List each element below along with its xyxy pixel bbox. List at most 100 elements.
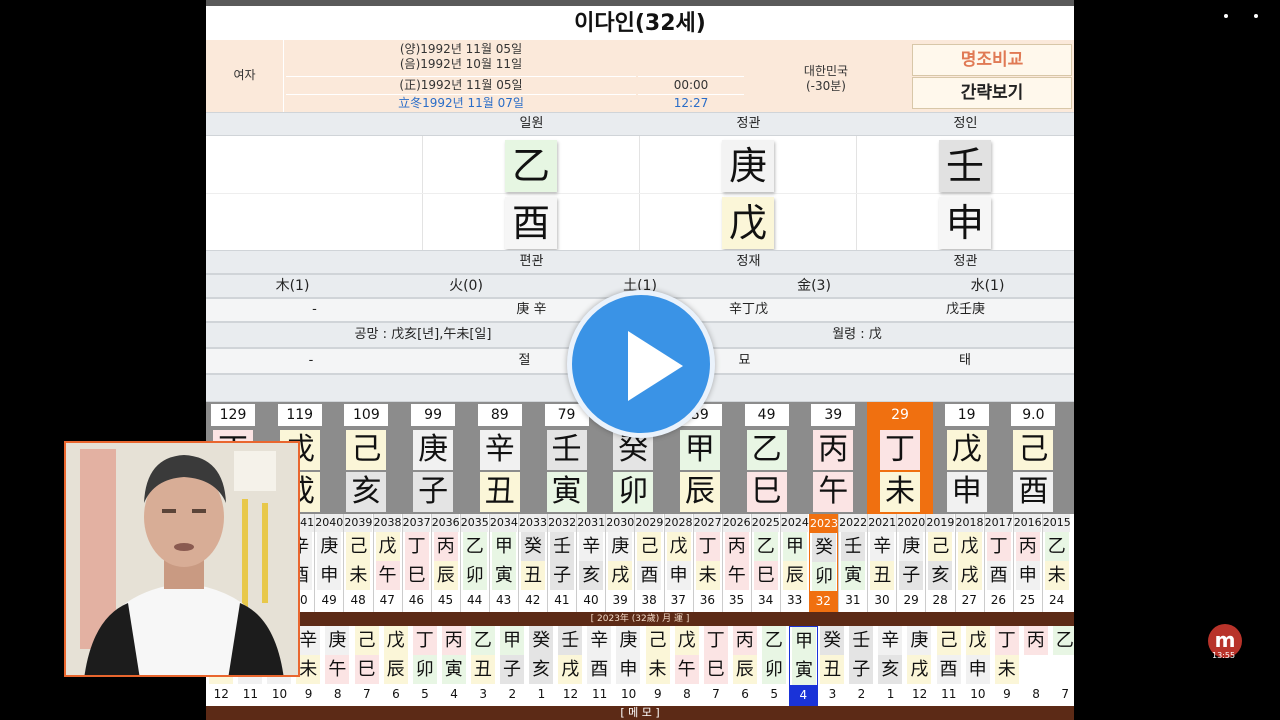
wolun-column[interactable]: 丁卯 5 bbox=[411, 626, 440, 706]
wolun-column[interactable]: 己酉 11 bbox=[935, 626, 964, 706]
wolun-column[interactable]: 丙辰 6 bbox=[731, 626, 760, 706]
wolun-column[interactable]: 乙7 bbox=[1051, 626, 1074, 706]
wolun-branch: 午 bbox=[674, 655, 699, 684]
daeun-stem: 庚 bbox=[413, 430, 454, 470]
compare-chart-button[interactable]: 명조비교 bbox=[912, 44, 1072, 76]
sewon-column[interactable]: 2029 己酉 38 bbox=[634, 514, 663, 612]
daeun-column[interactable]: 19 戊申 bbox=[941, 402, 993, 514]
wolun-column[interactable]: 庚戌 12 bbox=[905, 626, 934, 706]
sewon-column[interactable]: 2021 辛丑 30 bbox=[867, 514, 896, 612]
sewon-branch: 酉 bbox=[986, 561, 1011, 590]
daeun-column[interactable]: 109 己亥 bbox=[340, 402, 392, 514]
daeun-column[interactable]: 99 庚子 bbox=[407, 402, 459, 514]
wolun-column[interactable]: 乙丑 3 bbox=[469, 626, 498, 706]
sewon-column[interactable]: 2037 丁巳 46 bbox=[401, 514, 431, 612]
wolun-column[interactable]: 庚午 8 bbox=[323, 626, 352, 706]
country: 대한민국 bbox=[803, 64, 849, 78]
wolun-column[interactable]: 壬戌 12 bbox=[556, 626, 585, 706]
wolun-column[interactable]: 戊辰 6 bbox=[382, 626, 411, 706]
sewon-column[interactable]: 2027 丁未 36 bbox=[692, 514, 722, 612]
day-stem[interactable]: 乙 bbox=[505, 140, 557, 192]
sewon-column[interactable]: 2038 戊午 47 bbox=[372, 514, 402, 612]
daeun-column[interactable]: 9.0 己酉 bbox=[1007, 402, 1059, 514]
sewon-column[interactable]: 2017 丁酉 26 bbox=[983, 514, 1013, 612]
wolun-column[interactable]: 丁未 9 bbox=[993, 626, 1022, 706]
wolun-column[interactable]: 己未 9 bbox=[644, 626, 673, 706]
daeun-column[interactable]: 49 乙巳 bbox=[741, 402, 793, 514]
wolun-column[interactable]: 癸亥 1 bbox=[527, 626, 556, 706]
wolun-column[interactable]: 丙8 bbox=[1022, 626, 1051, 706]
sewon-column[interactable]: 2039 己未 48 bbox=[343, 514, 372, 612]
sewon-column[interactable]: 2040 庚申 49 bbox=[314, 514, 343, 612]
daeun-age: 39 bbox=[811, 404, 856, 426]
sewon-column[interactable]: 2019 己亥 28 bbox=[925, 514, 954, 612]
sewon-column[interactable]: 2030 庚戌 39 bbox=[605, 514, 634, 612]
wolun-column[interactable]: 甲寅4 bbox=[789, 626, 818, 706]
wolun-branch: 未 bbox=[645, 655, 670, 684]
wolun-column[interactable]: 己巳 7 bbox=[353, 626, 382, 706]
wolun-column[interactable]: 癸丑 3 bbox=[818, 626, 847, 706]
wolun-stem: 乙 bbox=[1052, 626, 1074, 655]
sewon-column[interactable]: 2018 戊戌 27 bbox=[954, 514, 984, 612]
sewon-age: 48 bbox=[350, 593, 366, 607]
year-branch[interactable]: 申 bbox=[939, 197, 991, 249]
sewon-branch: 巳 bbox=[404, 561, 429, 590]
simple-view-button[interactable]: 간략보기 bbox=[912, 77, 1072, 109]
sewon-column[interactable]: 2036 丙辰 45 bbox=[430, 514, 460, 612]
sewon-column[interactable]: 2034 甲寅 43 bbox=[488, 514, 518, 612]
sewon-branch: 申 bbox=[317, 561, 342, 590]
wolun-branch: 寅 bbox=[792, 656, 816, 685]
day-branch[interactable]: 酉 bbox=[505, 197, 557, 249]
wolun-column[interactable]: 辛酉 11 bbox=[585, 626, 614, 706]
play-button[interactable] bbox=[567, 290, 715, 438]
sewon-column[interactable]: 2023 癸卯 32 bbox=[809, 514, 838, 612]
daeun-column[interactable]: 29 丁未 bbox=[867, 402, 933, 514]
sewon-column[interactable]: 2016 丙申 25 bbox=[1012, 514, 1042, 612]
daeun-column[interactable]: 39 丙午 bbox=[807, 402, 859, 514]
sewon-column[interactable]: 2022 壬寅 31 bbox=[838, 514, 867, 612]
wolun-month: 4 bbox=[450, 687, 458, 701]
wolun-stem: 癸 bbox=[529, 626, 554, 655]
sewon-stem: 丁 bbox=[986, 532, 1011, 561]
wolun-column[interactable]: 戊午 8 bbox=[673, 626, 702, 706]
sewon-year: 2039 bbox=[344, 514, 372, 532]
sewon-branch: 戌 bbox=[608, 561, 633, 590]
sewon-column[interactable]: 2035 乙卯 44 bbox=[459, 514, 489, 612]
wolun-column[interactable]: 辛亥 1 bbox=[876, 626, 905, 706]
sewon-column[interactable]: 2025 乙巳 34 bbox=[750, 514, 780, 612]
daeun-column[interactable]: 79 壬寅 bbox=[541, 402, 593, 514]
month-stem[interactable]: 庚 bbox=[722, 140, 774, 192]
sewon-stem: 戊 bbox=[375, 532, 400, 561]
wolun-column[interactable]: 乙卯 5 bbox=[760, 626, 789, 706]
sewon-branch: 丑 bbox=[521, 561, 545, 590]
daeun-age: 119 bbox=[277, 404, 322, 426]
sewon-column[interactable]: 2028 戊申 37 bbox=[663, 514, 693, 612]
daeun-column[interactable]: 89 辛丑 bbox=[474, 402, 526, 514]
year-stem[interactable]: 壬 bbox=[939, 140, 991, 192]
sewon-branch: 卯 bbox=[462, 561, 487, 590]
sewon-age: 24 bbox=[1048, 593, 1065, 607]
sewon-column[interactable]: 2020 庚子 29 bbox=[896, 514, 925, 612]
wolun-column[interactable]: 戊申 10 bbox=[964, 626, 993, 706]
sewon-column[interactable]: 2032 壬子 41 bbox=[547, 514, 576, 612]
sewon-column[interactable]: 2031 辛亥 40 bbox=[576, 514, 605, 612]
sewon-age: 26 bbox=[990, 593, 1007, 607]
daeun-branch: 申 bbox=[946, 472, 987, 512]
month-branch[interactable]: 戊 bbox=[722, 197, 774, 249]
wolun-branch bbox=[1052, 655, 1074, 684]
sewon-column[interactable]: 2026 丙午 35 bbox=[721, 514, 751, 612]
sewon-column[interactable]: 2024 甲辰 33 bbox=[779, 514, 809, 612]
wolun-column[interactable]: 甲子 2 bbox=[498, 626, 527, 706]
sewon-age: 47 bbox=[379, 593, 395, 607]
sewon-column[interactable]: 2033 癸丑 42 bbox=[518, 514, 547, 612]
wolun-column[interactable]: 丁巳 7 bbox=[702, 626, 731, 706]
sewon-age: 40 bbox=[583, 593, 599, 607]
wolun-column[interactable]: 庚申 10 bbox=[614, 626, 643, 706]
sewon-column[interactable]: 2015 乙未 24 bbox=[1041, 514, 1071, 612]
wolun-column[interactable]: 丙寅 4 bbox=[440, 626, 469, 706]
sewon-stem: 丙 bbox=[724, 532, 749, 561]
memo-button[interactable]: [ 메 모 ] bbox=[206, 706, 1074, 720]
daeun-stem: 戊 bbox=[946, 430, 987, 470]
lunar-date: (음)1992년 10월 11일 bbox=[399, 57, 523, 71]
wolun-column[interactable]: 壬子 2 bbox=[847, 626, 876, 706]
